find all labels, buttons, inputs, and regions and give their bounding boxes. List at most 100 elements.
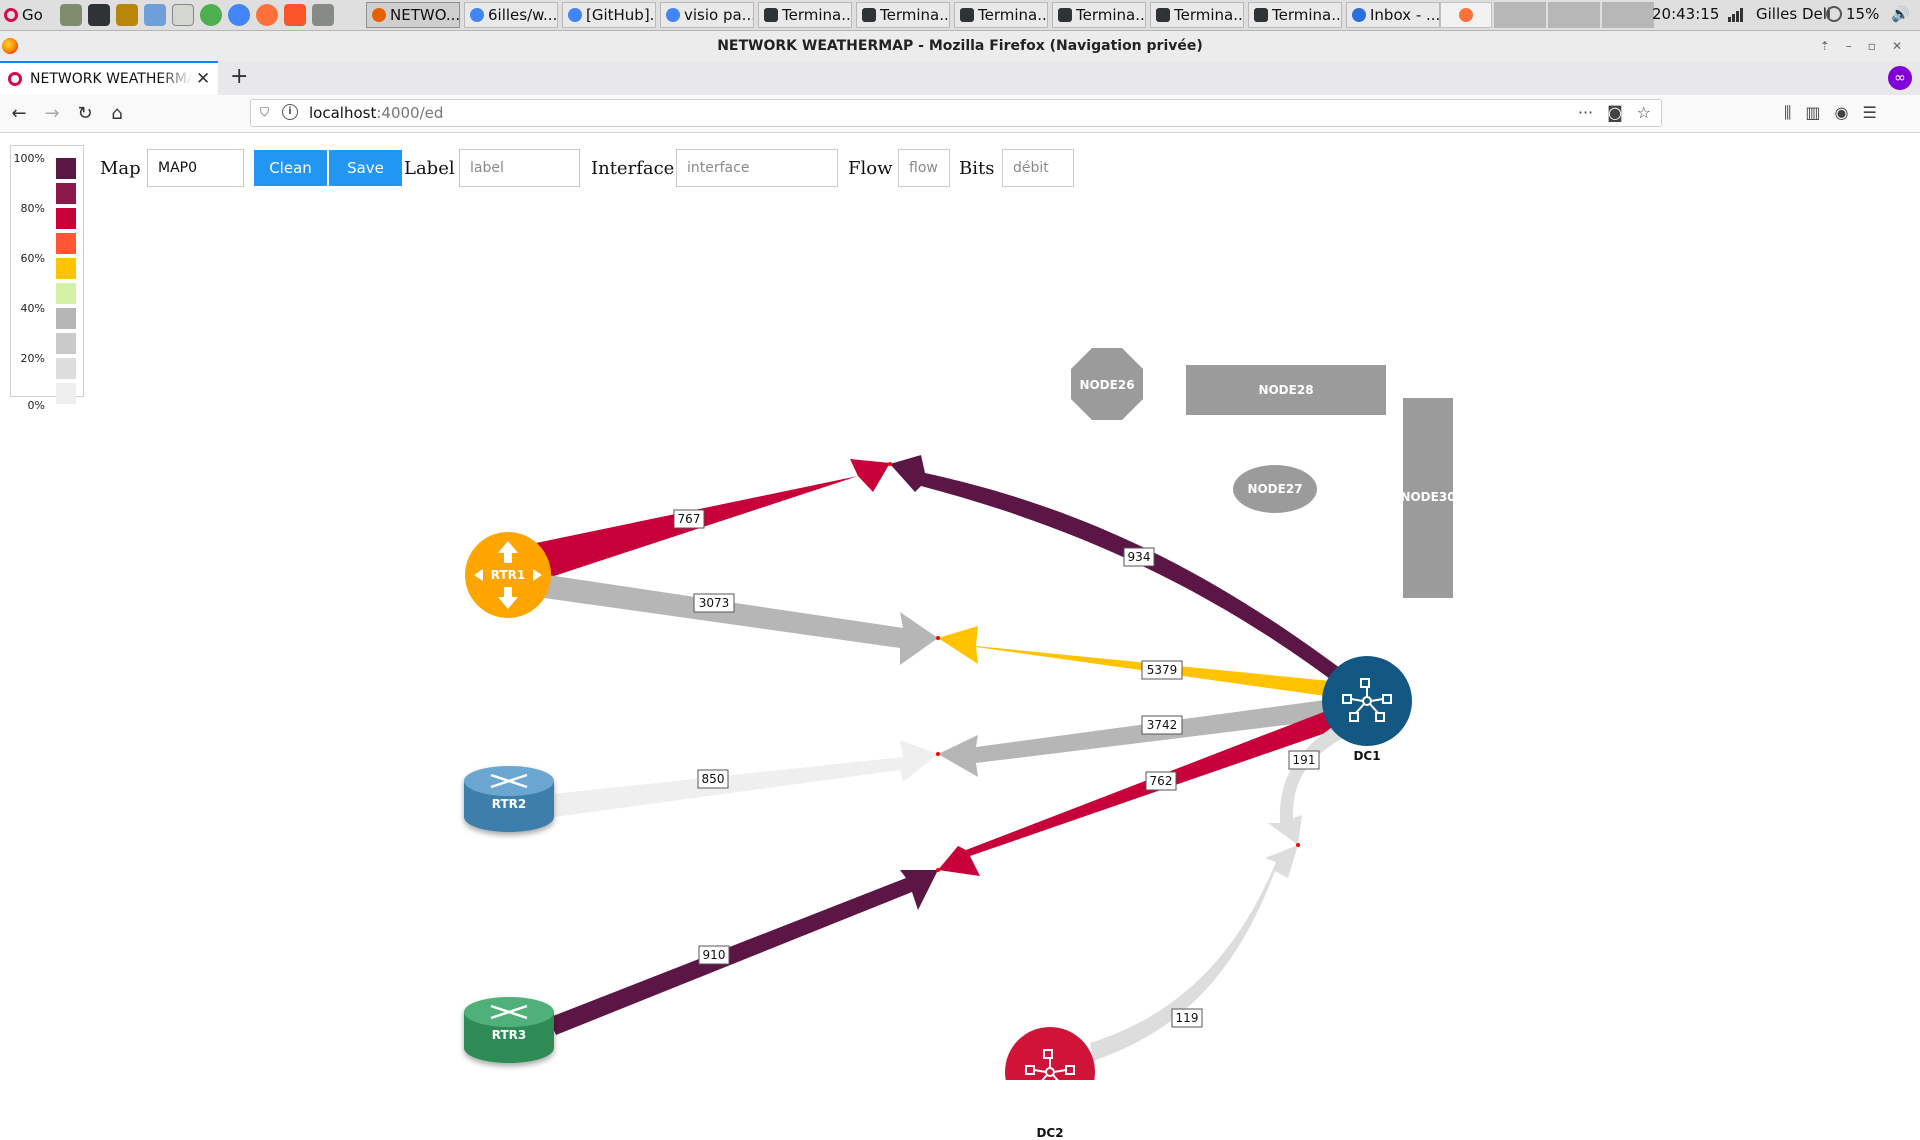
workspace-3[interactable] <box>1548 2 1600 28</box>
node-node30[interactable]: NODE30 <box>1400 398 1456 598</box>
node-label: RTR2 <box>492 797 526 811</box>
link-label-dc2-dc1-in[interactable]: 191 <box>1288 750 1320 770</box>
task-chrome-github-2[interactable]: [GitHub]... <box>562 2 656 28</box>
link-label-value: 3073 <box>699 596 730 610</box>
legend-label-0: 0% <box>27 399 45 412</box>
link-label-rtr2-dc1-in[interactable]: 3742 <box>1141 715 1183 735</box>
node-node27[interactable]: NODE27 <box>1233 465 1317 513</box>
task-firefox-weathermap[interactable]: NETWO... <box>366 2 460 28</box>
terminal-icon <box>960 8 974 22</box>
workspace-4[interactable] <box>1602 2 1654 28</box>
tab-weathermap[interactable]: NETWORK WEATHERMAP ✕ <box>0 61 218 95</box>
task-chrome-visio[interactable]: visio pa... <box>660 2 754 28</box>
battery-indicator[interactable]: 15% <box>1826 5 1879 23</box>
account-icon[interactable]: ◉ <box>1835 103 1849 123</box>
link-label-rtr3-dc1-in[interactable]: 762 <box>1145 771 1177 791</box>
terminal-icon <box>764 8 778 22</box>
task-chrome-github[interactable]: 6illes/w... <box>464 2 558 28</box>
chromium-launcher-icon[interactable] <box>200 4 222 26</box>
link-label-rtr3-dc1-out[interactable]: 910 <box>698 945 730 965</box>
link-dc2-dc1-out[interactable] <box>1090 845 1298 1061</box>
link-label-rtr1-dc1b-in[interactable]: 5379 <box>1141 660 1183 680</box>
link-label-rtr1-dc1-in[interactable]: 934 <box>1123 547 1155 567</box>
brave-launcher-icon[interactable] <box>284 4 306 26</box>
node-rtr2[interactable]: RTR2 <box>464 766 554 832</box>
node-rtr1[interactable]: RTR1 <box>465 532 551 618</box>
files-launcher-icon[interactable] <box>60 4 82 26</box>
new-tab-button[interactable]: + <box>230 64 248 89</box>
task-terminal-3[interactable]: Termina... <box>954 2 1048 28</box>
page-actions-menu-icon[interactable]: ··· <box>1578 103 1593 122</box>
workspace-2[interactable] <box>1494 2 1546 28</box>
close-tab-icon[interactable]: ✕ <box>196 69 210 89</box>
task-terminal-5[interactable]: Termina... <box>1150 2 1244 28</box>
workspace-1[interactable] <box>1440 2 1492 28</box>
node-node26[interactable]: NODE26 <box>1071 348 1143 420</box>
link-rtr3-dc1-out[interactable] <box>548 870 938 1035</box>
search-launcher-icon[interactable] <box>172 4 194 26</box>
window-shade-icon[interactable]: ⇡ <box>1820 39 1830 53</box>
notes-launcher-icon[interactable] <box>116 4 138 26</box>
node-shape-circle <box>1005 1027 1095 1080</box>
save-button[interactable]: Save <box>329 150 402 186</box>
node-node28[interactable]: NODE28 <box>1186 365 1386 415</box>
forward-button[interactable]: → <box>39 101 65 127</box>
link-label-value: 934 <box>1128 550 1151 564</box>
flow-input[interactable] <box>898 149 950 187</box>
hamburger-menu-icon[interactable]: ☰ <box>1862 103 1876 123</box>
minimize-icon[interactable]: – <box>1846 39 1852 53</box>
legend-swatch <box>56 283 76 304</box>
task-terminal-1[interactable]: Termina... <box>758 2 852 28</box>
library-icon[interactable]: ⫼ <box>1784 103 1791 123</box>
label-input[interactable] <box>459 149 580 187</box>
task-terminal-6[interactable]: Termina... <box>1248 2 1342 28</box>
sidebar-icon[interactable]: ▥ <box>1805 103 1820 123</box>
link-label-rtr1-dc1b-out[interactable]: 3073 <box>693 593 735 613</box>
home-button[interactable]: ⌂ <box>104 101 130 127</box>
bookmark-star-icon[interactable]: ☆ <box>1637 103 1651 122</box>
task-label: Termina... <box>978 6 1048 24</box>
link-label-value: 5379 <box>1147 663 1178 677</box>
start-menu-button[interactable]: Go <box>4 4 43 26</box>
legend-swatch <box>56 208 76 229</box>
maximize-icon[interactable]: ▫ <box>1868 39 1876 53</box>
clean-button[interactable]: Clean <box>254 150 327 186</box>
tracking-shield-icon[interactable]: ⛉ <box>260 105 269 120</box>
reload-button[interactable]: ↻ <box>72 101 98 127</box>
back-button[interactable]: ← <box>6 101 32 127</box>
task-thunderbird-inbox[interactable]: Inbox - ... <box>1346 2 1440 28</box>
chrome-launcher-icon[interactable] <box>228 4 250 26</box>
node-rtr3[interactable]: RTR3 <box>464 997 554 1063</box>
node-dc1[interactable]: DC1 <box>1322 656 1412 763</box>
firefox-launcher-icon[interactable] <box>256 4 278 26</box>
folder-launcher-icon[interactable] <box>144 4 166 26</box>
url-text[interactable]: localhost:4000/ed <box>309 104 443 122</box>
link-midpoint <box>936 868 940 872</box>
label-label: Label : <box>404 158 467 179</box>
weathermap-page: 767 934 3073 5379 850 3742 910 762 119 1… <box>0 133 1920 1140</box>
task-terminal-2[interactable]: Termina... <box>856 2 950 28</box>
interface-input[interactable] <box>676 149 838 187</box>
pocket-icon[interactable]: ◙ <box>1607 103 1623 122</box>
link-rtr1-dc1-out[interactable] <box>536 459 890 578</box>
link-label-rtr1-dc1-out[interactable]: 767 <box>673 509 705 529</box>
screenshot-launcher-icon[interactable] <box>312 4 334 26</box>
link-rtr1-dc1b-out[interactable] <box>544 575 938 665</box>
legend-label-60: 60% <box>20 252 45 265</box>
debian-swirl-icon <box>4 8 18 22</box>
close-window-icon[interactable]: ✕ <box>1892 39 1902 53</box>
link-label-dc2-dc1-out[interactable]: 119 <box>1171 1008 1203 1028</box>
link-rtr2-dc1-out[interactable] <box>552 740 938 817</box>
map-name-input[interactable] <box>147 149 244 187</box>
bits-input[interactable] <box>1002 149 1074 187</box>
task-terminal-4[interactable]: Termina... <box>1052 2 1146 28</box>
volume-icon[interactable]: 🔊 <box>1891 5 1910 23</box>
address-bar[interactable]: ⛉ i localhost:4000/ed ··· ◙ ☆ <box>250 99 1662 127</box>
node-dc2[interactable] <box>1005 1027 1095 1080</box>
navigation-toolbar: ← → ↻ ⌂ ⛉ i localhost:4000/ed ··· ◙ ☆ ⫼ … <box>0 95 1920 133</box>
link-label-rtr2-dc1-out[interactable]: 850 <box>697 769 729 789</box>
site-info-icon[interactable]: i <box>282 104 298 120</box>
task-label: Termina... <box>782 6 852 24</box>
map-label: Map : <box>100 158 153 179</box>
terminal-launcher-icon[interactable] <box>88 4 110 26</box>
